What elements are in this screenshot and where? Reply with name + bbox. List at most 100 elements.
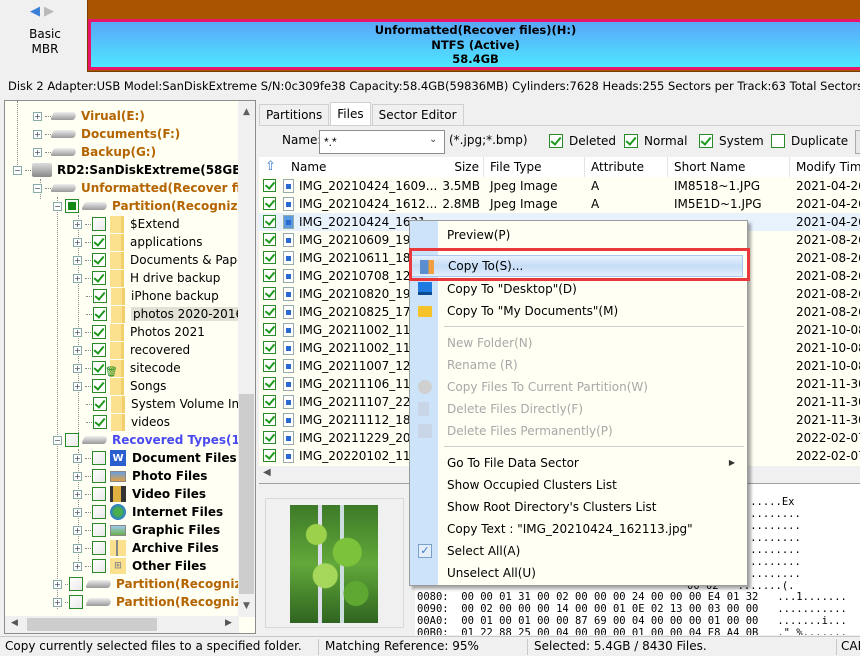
file-checkbox[interactable] — [263, 323, 276, 336]
checkbox[interactable] — [624, 134, 638, 148]
tree-item-unformatted-h[interactable]: − Unformatted(Recover files)(H:) — [33, 179, 255, 197]
menu-item-delete-files-permanently[interactable]: Delete Files Permanently(P) — [410, 420, 747, 442]
menu-item-rename[interactable]: Rename (R) — [410, 354, 747, 376]
file-checkbox[interactable] — [263, 413, 276, 426]
name-filter-input[interactable] — [319, 130, 445, 154]
tree-horizontal-scrollbar[interactable]: ◀ ▶ — [5, 616, 239, 633]
deleted-filter-checkbox[interactable]: Deleted — [549, 134, 616, 148]
menu-item-new-folder[interactable]: New Folder(N) — [410, 332, 747, 354]
tab-partitions[interactable]: Partitions — [259, 104, 330, 126]
column-header-file-type[interactable]: File Type — [484, 157, 585, 177]
expand-icon[interactable]: + — [73, 219, 82, 229]
file-checkbox[interactable] — [263, 341, 276, 354]
checkbox[interactable] — [92, 559, 106, 573]
expand-icon[interactable]: + — [33, 147, 42, 157]
tree-vertical-scrollbar[interactable]: ▲ ▼ — [238, 101, 255, 617]
expand-icon[interactable]: + — [33, 111, 42, 121]
expand-icon[interactable]: + — [33, 129, 42, 139]
file-checkbox[interactable] — [263, 287, 276, 300]
scroll-left-icon[interactable]: ◀ — [263, 467, 271, 478]
menu-item-delete-files-directly[interactable]: Delete Files Directly(F) — [410, 398, 747, 420]
forward-arrow-icon[interactable]: ▶ — [44, 4, 54, 19]
tree-item-folder-sitecode[interactable]: + sitecode — [73, 359, 181, 377]
chevron-down-icon[interactable]: ⌄ — [429, 134, 437, 145]
tree-item-folder-documents-papers[interactable]: + Documents & Papers — [73, 251, 255, 269]
checkbox[interactable] — [92, 271, 106, 285]
tree-item-virual-e[interactable]: + Virual(E:) — [33, 107, 145, 125]
scroll-up-icon[interactable]: ▲ — [238, 107, 255, 117]
checkbox[interactable] — [65, 433, 79, 447]
checkbox[interactable] — [92, 505, 106, 519]
collapse-icon[interactable]: − — [13, 165, 22, 175]
expand-icon[interactable]: + — [53, 597, 62, 607]
expand-icon[interactable]: + — [73, 453, 82, 463]
file-checkbox[interactable] — [263, 215, 276, 228]
tree-item-folder-applications[interactable]: + applications — [73, 233, 202, 251]
tree-item-documents-f[interactable]: + Documents(F:) — [33, 125, 180, 143]
normal-filter-checkbox[interactable]: Normal — [624, 134, 687, 148]
file-checkbox[interactable] — [263, 377, 276, 390]
checkbox[interactable] — [92, 523, 106, 537]
back-arrow-icon[interactable]: ◀ — [30, 4, 40, 19]
file-checkbox[interactable] — [263, 197, 276, 210]
tree-item-partition-2[interactable]: + Partition(Recognized)(2) — [53, 575, 255, 593]
file-checkbox[interactable] — [263, 359, 276, 372]
tree-item-folder-system-volume-info[interactable]: System Volume Information — [86, 395, 255, 413]
expand-icon[interactable]: + — [73, 273, 82, 283]
tree-item-partition-3[interactable]: + Partition(Recognized)(3) — [53, 593, 255, 611]
checkbox[interactable] — [771, 134, 785, 148]
tree-item-internet-files[interactable]: + Internet Files — [73, 503, 223, 521]
expand-icon[interactable]: + — [73, 327, 82, 337]
tree-item-video-files[interactable]: + Video Files — [73, 485, 206, 503]
checkbox[interactable] — [93, 289, 107, 303]
menu-item-preview[interactable]: Preview(P) — [410, 224, 747, 246]
collapse-icon[interactable]: − — [33, 183, 42, 193]
checkbox[interactable] — [69, 577, 83, 591]
menu-item-unselect-all[interactable]: Unselect All(U) — [410, 562, 747, 584]
menu-item-copy-text[interactable]: Copy Text : "IMG_20210424_162113.jpg" — [410, 518, 747, 540]
checkbox[interactable] — [699, 134, 713, 148]
tree-item-archive-files[interactable]: + Archive Files — [73, 539, 219, 557]
file-checkbox[interactable] — [263, 179, 276, 192]
tree-item-partition-0[interactable]: − Partition(Recognized)(0) — [53, 197, 255, 215]
directory-tree[interactable]: + Virual(E:) + Documents(F:) + Backup(G:… — [4, 100, 256, 634]
expand-icon[interactable]: + — [73, 255, 82, 265]
partial-checkbox[interactable] — [65, 199, 79, 213]
file-checkbox[interactable] — [263, 305, 276, 318]
partition-block-h[interactable]: Unformatted(Recover files)(H:) NTFS (Act… — [88, 19, 860, 70]
tree-item-graphic-files[interactable]: + Graphic Files — [73, 521, 220, 539]
expand-icon[interactable]: + — [73, 489, 82, 499]
menu-item-show-occupied-clusters[interactable]: Show Occupied Clusters List — [410, 474, 747, 496]
menu-item-show-root-directory-clusters[interactable]: Show Root Directory's Clusters List — [410, 496, 747, 518]
checkbox[interactable] — [92, 217, 106, 231]
checkbox[interactable] — [92, 253, 106, 267]
checkbox[interactable] — [92, 487, 106, 501]
tree-item-photo-files[interactable]: + Photo Files — [73, 467, 207, 485]
checkbox[interactable] — [92, 379, 106, 393]
scroll-thumb[interactable] — [27, 618, 157, 631]
column-header-modify-time[interactable]: Modify Time — [790, 157, 860, 177]
checkbox[interactable] — [92, 325, 106, 339]
checkbox[interactable] — [92, 469, 106, 483]
duplicate-filter-checkbox[interactable]: Duplicate — [771, 134, 848, 148]
menu-item-go-to-file-data-sector[interactable]: Go To File Data Sector ▶ — [410, 452, 747, 474]
tree-item-folder-iphone-backup[interactable]: iPhone backup — [86, 287, 219, 305]
tree-item-folder-h-drive-backup[interactable]: + H drive backup — [73, 269, 220, 287]
expand-icon[interactable]: + — [73, 237, 82, 247]
column-header-short-name[interactable]: Short Name — [668, 157, 790, 177]
file-checkbox[interactable] — [263, 233, 276, 246]
file-checkbox[interactable] — [263, 269, 276, 282]
checkbox[interactable] — [92, 361, 106, 375]
expand-icon[interactable]: + — [73, 543, 82, 553]
tree-item-rd2-sandisk[interactable]: − RD2:SanDiskExtreme(58GB) — [13, 161, 247, 179]
system-filter-checkbox[interactable]: System — [699, 134, 764, 148]
menu-item-copy-to-my-documents[interactable]: Copy To "My Documents"(M) — [410, 300, 747, 322]
tree-item-document-files[interactable]: + W Document Files — [73, 449, 237, 467]
checkbox[interactable] — [92, 343, 106, 357]
column-header-size[interactable]: Size — [454, 157, 484, 177]
file-checkbox[interactable] — [263, 449, 276, 462]
tree-item-folder-songs[interactable]: + Songs — [73, 377, 166, 395]
menu-item-copy-files-to-current-partition[interactable]: Copy Files To Current Partition(W) — [410, 376, 747, 398]
checkbox[interactable] — [93, 397, 107, 411]
checkbox[interactable] — [93, 307, 107, 321]
